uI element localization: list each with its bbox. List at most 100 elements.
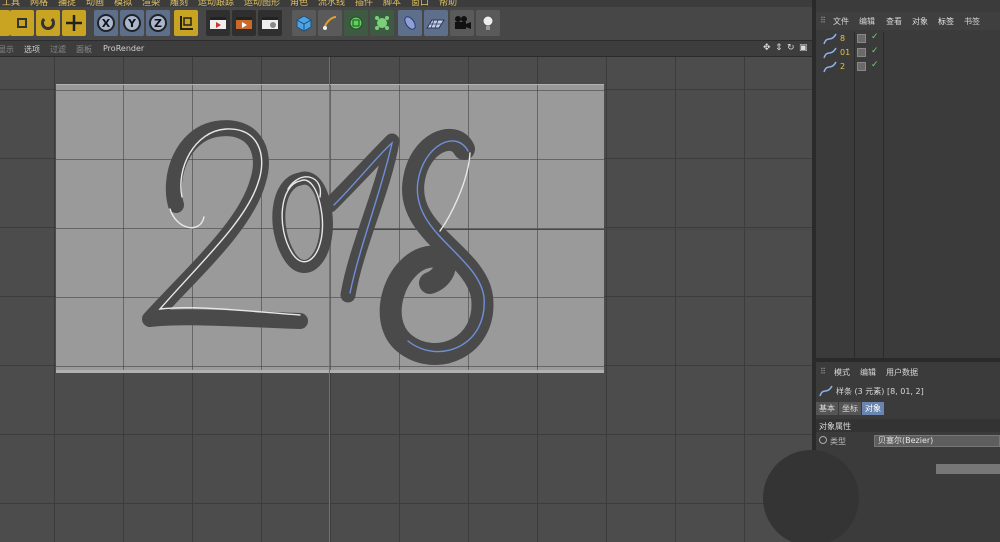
move-view-icon[interactable]: ✥ <box>763 43 772 53</box>
cube-icon[interactable] <box>292 10 316 36</box>
menu-item[interactable]: 角色 <box>290 0 308 7</box>
viewport-menu-prorender[interactable]: ProRender <box>103 44 144 53</box>
live-select-icon[interactable] <box>0 10 10 36</box>
menu-item[interactable]: 窗口 <box>411 0 429 7</box>
z-axis-icon: Z <box>149 14 167 32</box>
x-axis-icon: X <box>97 14 115 32</box>
glyph-0-shape <box>272 171 333 273</box>
maximize-view-icon[interactable]: ▣ <box>799 43 808 53</box>
camera-icon[interactable] <box>450 10 474 36</box>
menu-item[interactable]: 捕捉 <box>58 0 76 7</box>
z-axis-lock-button[interactable]: Z <box>146 10 170 36</box>
rotate-view-icon[interactable]: ↻ <box>787 43 796 53</box>
viewport-menubar: 显示 选项 过滤 面板 ProRender ✥ ⇕ ↻ ▣ <box>0 41 812 57</box>
viewport[interactable] <box>0 57 812 542</box>
render-view-icon[interactable] <box>206 10 230 36</box>
zoom-view-icon[interactable]: ⇕ <box>775 43 784 53</box>
tab-basic[interactable]: 基本 <box>816 402 838 415</box>
render-picture-queue-icon[interactable] <box>232 10 256 36</box>
deformer-icon[interactable] <box>398 10 422 36</box>
scale-icon[interactable] <box>62 10 86 36</box>
object-manager-menubar: ⠿ 文件 编辑 查看 对象 标签 书签 <box>816 12 1000 30</box>
am-menu-mode[interactable]: 模式 <box>834 367 850 378</box>
object-name[interactable]: 8 <box>840 34 845 43</box>
menubar: 工具 网格 捕捉 动画 模拟 渲染 雕刻 运动跟踪 运动图形 角色 流水线 插件 脚本 窗口 帮助 <box>0 0 812 7</box>
section-title-label: 对象属性 <box>819 422 851 431</box>
tab-object[interactable]: 对象 <box>862 402 884 415</box>
light-icon[interactable] <box>476 10 500 36</box>
om-menu-bookmarks[interactable]: 书签 <box>964 16 980 27</box>
menu-item[interactable]: 流水线 <box>318 0 345 7</box>
object-name[interactable]: 01 <box>840 48 850 57</box>
coordinate-system-icon[interactable] <box>174 10 198 36</box>
spline-icon <box>823 47 837 59</box>
subdivision-icon[interactable] <box>344 10 368 36</box>
type-row: 类型 贝塞尔(Bezier) <box>816 434 1000 448</box>
pen-spline-icon[interactable] <box>318 10 342 36</box>
main-toolbar: X Y Z <box>0 7 812 41</box>
overlay-circle <box>763 450 859 542</box>
type-select[interactable]: 贝塞尔(Bezier) <box>874 435 1000 447</box>
y-axis-lock-button[interactable]: Y <box>120 10 144 36</box>
viewport-menu-filter[interactable]: 过滤 <box>50 44 66 55</box>
grip-icon: ⠿ <box>820 16 826 25</box>
om-menu-tags[interactable]: 标签 <box>938 16 954 27</box>
menu-item[interactable]: 运动跟踪 <box>198 0 234 7</box>
attribute-tabs: 基本 坐标 对象 <box>816 402 884 415</box>
spline-icon <box>819 385 833 397</box>
viewport-menu-panel[interactable]: 面板 <box>76 44 92 55</box>
enabled-check-icon[interactable]: ✓ <box>871 32 879 42</box>
floor-icon[interactable] <box>424 10 448 36</box>
am-menu-edit[interactable]: 编辑 <box>860 367 876 378</box>
visibility-toggle[interactable] <box>857 62 866 71</box>
enabled-check-icon[interactable]: ✓ <box>871 60 879 70</box>
render-settings-icon[interactable] <box>258 10 282 36</box>
lettering-2018[interactable] <box>0 57 812 542</box>
om-menu-object[interactable]: 对象 <box>912 16 928 27</box>
selected-object-label: 样条 (3 元素) [8, 01, 2] <box>836 387 924 396</box>
om-column-divider <box>883 32 884 358</box>
menu-item[interactable]: 渲染 <box>142 0 160 7</box>
viewport-menu-display[interactable]: 显示 <box>0 44 14 55</box>
x-axis-lock-button[interactable]: X <box>94 10 118 36</box>
visibility-toggle[interactable] <box>857 34 866 43</box>
glyph-1-shape <box>322 133 400 303</box>
om-menu-view[interactable]: 查看 <box>886 16 902 27</box>
object-row[interactable]: 01 ✓ <box>816 46 1000 60</box>
menu-item[interactable]: 动画 <box>86 0 104 7</box>
rotate-icon[interactable] <box>36 10 60 36</box>
object-row[interactable]: 2 ✓ <box>816 60 1000 74</box>
type-label: 类型 <box>830 437 846 446</box>
glyph-8-shape <box>379 128 494 365</box>
radio-icon[interactable] <box>819 436 827 444</box>
menu-item[interactable]: 帮助 <box>439 0 457 7</box>
section-title: 对象属性 <box>816 419 1000 432</box>
attribute-slider[interactable] <box>936 464 1000 474</box>
cloner-icon[interactable] <box>370 10 394 36</box>
viewport-navigation: ✥ ⇕ ↻ ▣ <box>763 43 808 53</box>
enabled-check-icon[interactable]: ✓ <box>871 46 879 56</box>
menu-item[interactable]: 网格 <box>30 0 48 7</box>
move-icon[interactable] <box>10 10 34 36</box>
visibility-toggle[interactable] <box>857 48 866 57</box>
menu-item[interactable]: 模拟 <box>114 0 132 7</box>
object-manager: ⠿ 文件 编辑 查看 对象 标签 书签 8 ✓ 01 ✓ 2 ✓ <box>816 0 1000 358</box>
spline-8-highlight <box>439 152 471 232</box>
om-menu-file[interactable]: 文件 <box>833 16 849 27</box>
om-column-divider <box>854 32 855 358</box>
viewport-menu-options[interactable]: 选项 <box>24 44 40 55</box>
spline-icon <box>823 33 837 45</box>
menu-item[interactable]: 运动图形 <box>244 0 280 7</box>
selected-object-line: 样条 (3 元素) [8, 01, 2] <box>816 384 1000 398</box>
tab-coordinates[interactable]: 坐标 <box>839 402 861 415</box>
am-menu-userdata[interactable]: 用户数据 <box>886 367 918 378</box>
om-menu-edit[interactable]: 编辑 <box>859 16 875 27</box>
spline-icon <box>823 61 837 73</box>
attribute-manager-menubar: ⠿ 模式 编辑 用户数据 <box>816 365 1000 379</box>
menu-item[interactable]: 脚本 <box>383 0 401 7</box>
menu-item[interactable]: 插件 <box>355 0 373 7</box>
menu-item[interactable]: 雕刻 <box>170 0 188 7</box>
object-row[interactable]: 8 ✓ <box>816 32 1000 46</box>
object-name[interactable]: 2 <box>840 62 845 71</box>
menu-item[interactable]: 工具 <box>2 0 20 7</box>
